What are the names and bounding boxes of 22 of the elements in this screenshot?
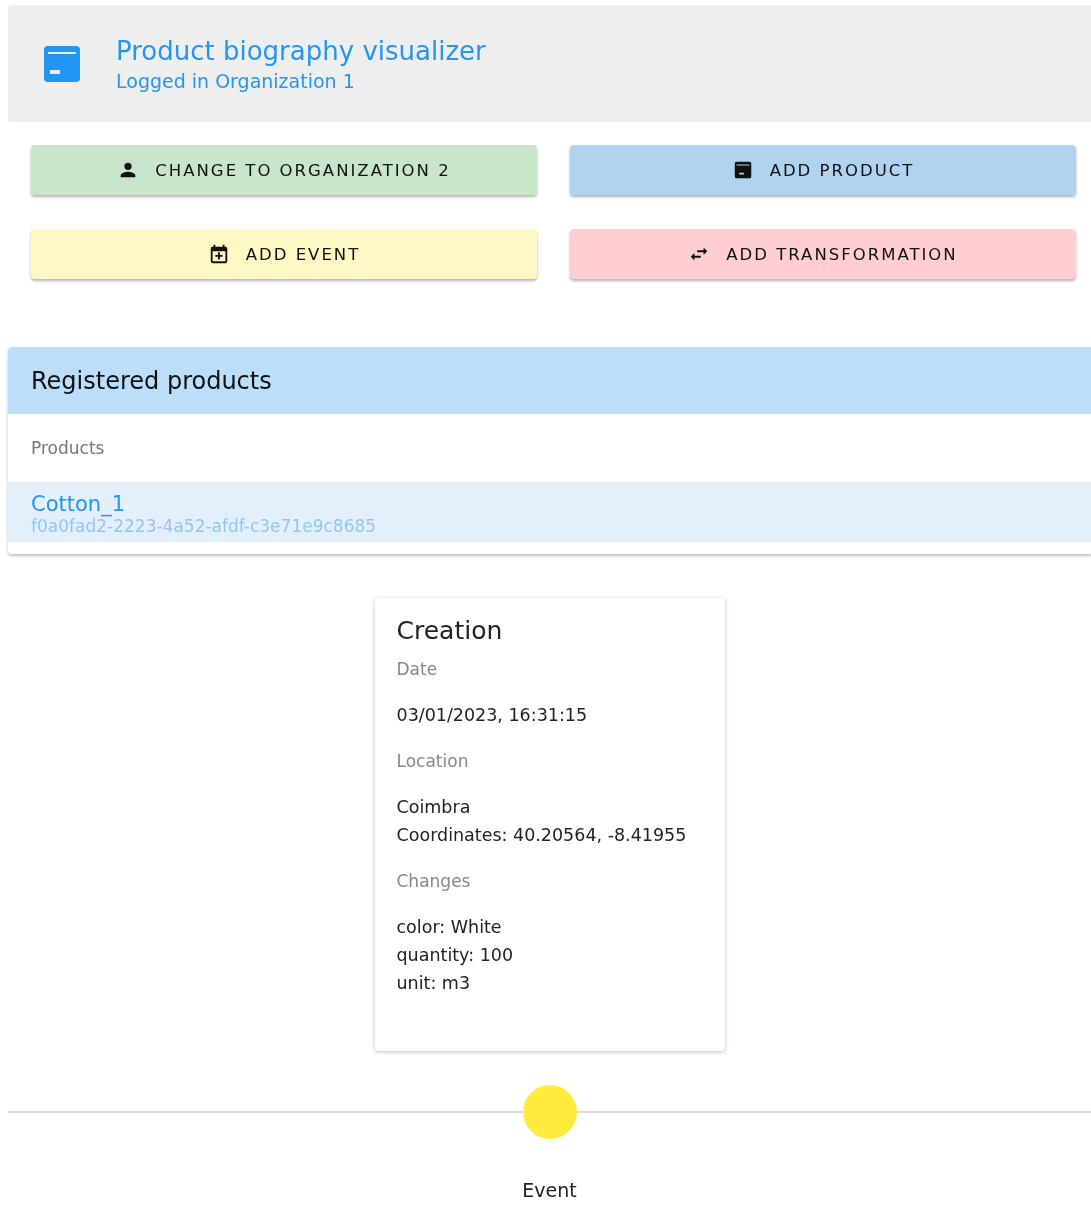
field-value: unit: m3 — [396, 972, 472, 995]
app-title: Product biography visualizer — [116, 35, 486, 66]
product-id: f0a0fad2-2223-4a52-afdf-c3e71e9c8685 — [31, 516, 378, 536]
field-label: Date — [396, 659, 439, 679]
login-status: Logged in Organization 1 — [116, 69, 356, 92]
action-button[interactable]: ADD PRODUCT — [570, 145, 1076, 195]
action-button[interactable]: ADD TRANSFORMATION — [570, 229, 1076, 279]
field-value: Coimbra — [396, 796, 472, 819]
field-label: Location — [396, 751, 470, 771]
field-value: color: White — [396, 916, 503, 939]
panel-title: Registered products — [8, 347, 1091, 414]
action-button[interactable]: ADD EVENT — [31, 229, 537, 279]
field-label: Changes — [396, 871, 472, 891]
timeline-dot[interactable] — [522, 1085, 577, 1139]
field-value: Coordinates: 40.20564, -8.41955 — [396, 824, 688, 847]
field-value: 03/01/2023, 16:31:15 — [396, 704, 589, 727]
list-subheader: Products — [30, 437, 106, 460]
timeline-label: Event — [522, 1179, 577, 1201]
card-title: Creation — [396, 616, 504, 645]
product-name: Cotton_1 — [31, 492, 126, 516]
action-button[interactable]: CHANGE TO ORGANIZATION 2 — [31, 145, 537, 195]
field-value: quantity: 100 — [396, 944, 515, 967]
